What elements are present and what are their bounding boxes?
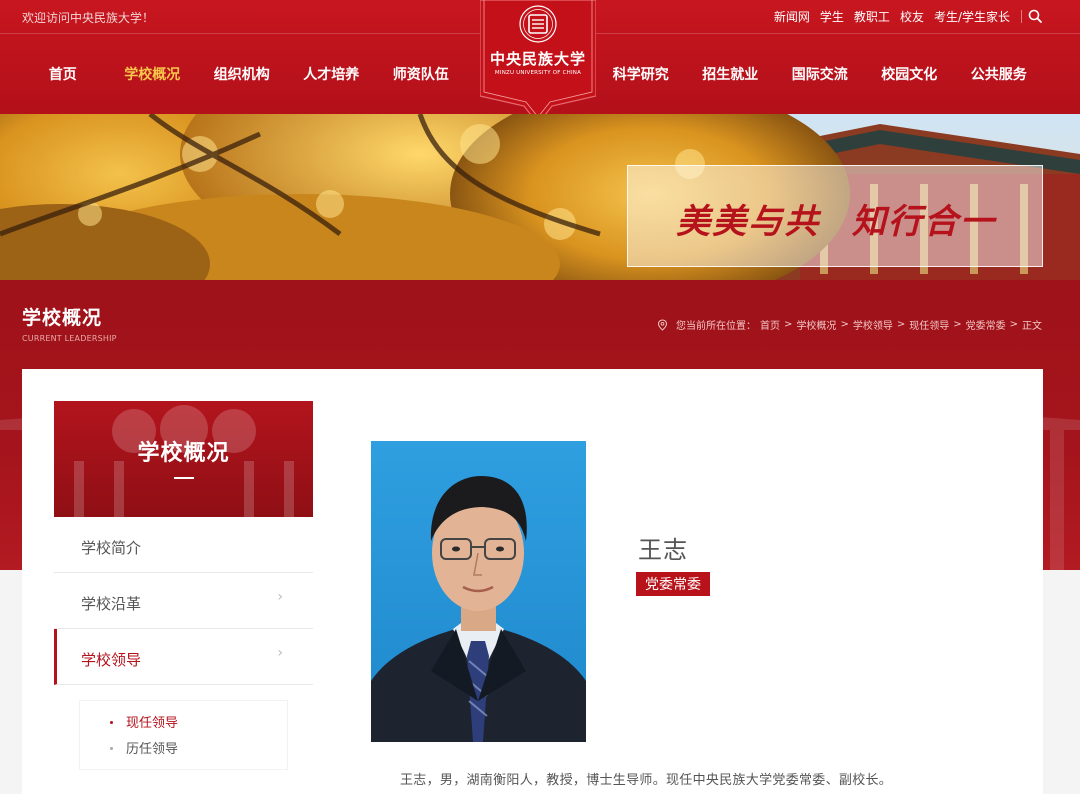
university-logo[interactable]: 中央民族大学 MINZU UNIVERSITY OF CHINA <box>479 0 597 130</box>
nav-about[interactable]: 学校概况 <box>108 64 198 84</box>
welcome-text: 欢迎访问中央民族大学！ <box>22 11 155 25</box>
person-bio: 王志，男，湖南衡阳人，教授，博士生导师。现任中央民族大学党委常委、副校长。 <box>400 773 893 788</box>
sidebar-item-label: 学校简介 <box>81 539 142 557</box>
breadcrumb-home[interactable]: 首页 <box>760 317 780 332</box>
sidebar-title-underline <box>174 477 194 479</box>
sidebar-submenu: 现任领导 历任领导 <box>80 701 287 769</box>
sidebar-header: 学校概况 <box>54 401 313 517</box>
breadcrumb-article: 正文 <box>1022 321 1042 332</box>
nav-education[interactable]: 人才培养 <box>287 64 377 84</box>
nav-international[interactable]: 国际交流 <box>775 64 865 84</box>
section-title: 学校概况 <box>22 307 103 329</box>
logo-english-name: MINZU UNIVERSITY OF CHINA <box>494 70 582 76</box>
sidebar-item-label: 学校领导 <box>81 651 142 669</box>
breadcrumb-prefix: 您当前所在位置： <box>676 321 757 332</box>
slogan-box: 美美与共 知行合一 <box>627 165 1043 267</box>
chevron-right-icon: › <box>277 645 283 661</box>
submenu-current-leaders[interactable]: 现任领导 <box>126 712 178 731</box>
breadcrumb-standing-committee[interactable]: 党委常委 <box>966 317 1006 332</box>
breadcrumb-about[interactable]: 学校概况 <box>796 317 836 332</box>
search-icon[interactable] <box>1027 8 1043 24</box>
portrait-image <box>371 441 586 742</box>
breadcrumb-separator: > <box>784 319 793 330</box>
logo-chinese-name: 中央民族大学 <box>489 50 586 68</box>
bullet-icon <box>110 721 113 724</box>
nav-faculty[interactable]: 师资队伍 <box>376 64 466 84</box>
sidebar-title: 学校概况 <box>137 441 230 466</box>
sidebar: 学校概况 学校简介 学校沿革 › 学校领导 › 现任领导 历任领导 <box>54 401 313 769</box>
top-separator <box>1021 10 1022 23</box>
location-pin-icon <box>658 318 668 331</box>
hero-banner: 美美与共 知行合一 <box>0 114 1080 280</box>
bullet-icon <box>110 747 113 750</box>
sidebar-item-leadership[interactable]: 学校领导 › <box>54 629 313 685</box>
breadcrumb-separator: > <box>953 319 962 330</box>
breadcrumb-current-leaders[interactable]: 现任领导 <box>909 317 949 332</box>
sidebar-item-introduction[interactable]: 学校简介 <box>54 517 313 573</box>
nav-admissions[interactable]: 招生就业 <box>686 64 776 84</box>
top-link-applicants[interactable]: 考生/学生家长 <box>934 8 1010 25</box>
top-link-staff[interactable]: 教职工 <box>854 8 890 25</box>
sidebar-item-history[interactable]: 学校沿革 › <box>54 573 313 629</box>
person-title-badge: 党委常委 <box>636 572 710 596</box>
top-links: 新闻网 学生 教职工 校友 考生/学生家长 <box>774 8 1010 25</box>
breadcrumb-leadership[interactable]: 学校领导 <box>853 317 893 332</box>
portrait-photo <box>371 441 586 742</box>
banner-slogan: 美美与共 知行合一 <box>676 202 996 242</box>
section-subtitle: CURRENT LEADERSHIP <box>22 334 117 343</box>
content-card: 学校概况 学校简介 学校沿革 › 学校领导 › 现任领导 历任领导 王志 党委常… <box>22 369 1043 794</box>
top-link-students[interactable]: 学生 <box>820 8 844 25</box>
nav-public-services[interactable]: 公共服务 <box>954 64 1044 84</box>
nav-home[interactable]: 首页 <box>18 64 108 84</box>
chevron-right-icon: › <box>277 589 283 605</box>
nav-organization[interactable]: 组织机构 <box>197 64 287 84</box>
person-name: 王志 <box>638 536 688 564</box>
top-link-alumni[interactable]: 校友 <box>900 8 924 25</box>
top-link-news[interactable]: 新闻网 <box>774 8 810 25</box>
breadcrumb-separator: > <box>1009 319 1018 330</box>
breadcrumb-separator: > <box>896 319 906 330</box>
main-nav-right: 科学研究 招生就业 国际交流 校园文化 公共服务 <box>596 64 1044 84</box>
sidebar-item-label: 学校沿革 <box>81 595 142 613</box>
breadcrumb-separator: > <box>840 319 849 330</box>
main-nav-left: 首页 学校概况 组织机构 人才培养 师资队伍 <box>18 64 466 84</box>
submenu-former-leaders[interactable]: 历任领导 <box>126 738 178 757</box>
breadcrumb: 您当前所在位置： 首页 > 学校概况 > 学校领导 > 现任领导 > 党委常委 … <box>657 317 1042 332</box>
nav-campus-culture[interactable]: 校园文化 <box>865 64 955 84</box>
nav-research[interactable]: 科学研究 <box>596 64 686 84</box>
